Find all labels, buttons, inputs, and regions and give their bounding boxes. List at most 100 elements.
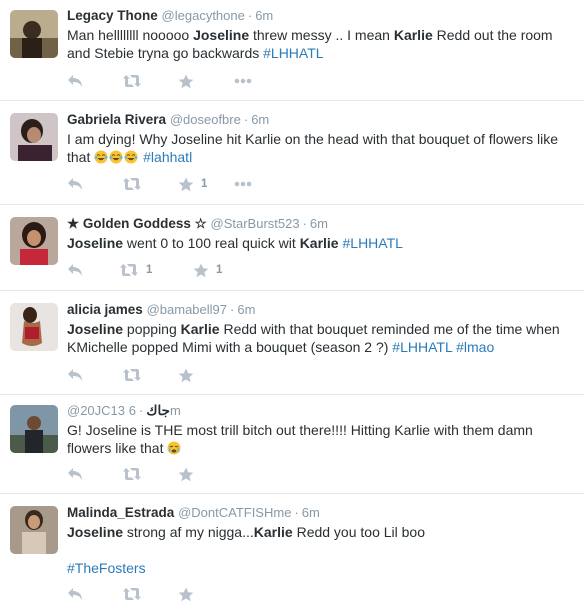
avatar[interactable] [10,405,58,453]
favorite-button[interactable] [178,464,194,484]
favorite-count: 1 [216,264,223,276]
avatar[interactable] [10,217,58,265]
separator-dot: · [139,403,144,418]
hashtag-link[interactable]: #lmao [456,339,494,355]
avatar[interactable] [10,506,58,554]
separator-dot: · [294,505,299,520]
highlight-keyword: Joseline [67,235,124,251]
retweet-button[interactable]: 1 [119,260,193,280]
tweet-actions [67,71,252,91]
user-handle[interactable]: @StarBurst523 [211,216,300,231]
hashtag-link[interactable]: #LHHATL [392,339,452,355]
tweet[interactable]: Malinda_Estrada @DontCATFISHme · 6m Joseli… [0,494,584,610]
retweet-button[interactable] [122,584,178,604]
highlight-keyword: Joseline [67,524,124,540]
reply-button[interactable] [67,584,122,604]
user-fullname[interactable]: Legacy Thone [67,8,158,23]
separator-dot: · [247,8,253,23]
user-fullname[interactable]: Malinda_Estrada [67,505,174,520]
retweet-icon [119,263,139,277]
retweet-icon [122,587,142,601]
tweet[interactable]: @20JC13 جاك·6m G! Joseline is THE most t… [0,395,584,494]
avatar[interactable] [10,303,58,351]
star-icon [178,467,194,482]
tweet-header: alicia james @bamabell97 · 6m [67,291,584,319]
reply-button[interactable] [67,260,119,280]
highlight-keyword: Karlie [299,235,339,251]
reply-icon [67,177,83,191]
user-fullname[interactable]: جاك [146,403,170,418]
timestamp[interactable]: 6m [310,216,328,231]
more-button[interactable] [234,174,252,194]
timestamp[interactable]: 6m [237,302,255,317]
tweet[interactable]: ★ Golden Goddess ☆ @StarBurst523 · 6m Jose… [0,205,584,291]
user-handle[interactable]: @bamabell97 [147,302,227,317]
tweet-actions [67,365,194,385]
favorite-button[interactable]: 1 [178,174,234,194]
timestamp[interactable]: 6m [302,505,320,520]
star-icon [193,263,209,278]
tweet[interactable]: alicia james @bamabell97 · 6m Joseline pop… [0,291,584,395]
user-handle[interactable]: @legacythone [162,8,245,23]
retweet-button[interactable] [122,174,178,194]
tweet-header: Malinda_Estrada @DontCATFISHme · 6m [67,494,584,522]
retweet-button[interactable] [122,464,178,484]
reply-icon [67,368,83,382]
reply-icon [67,74,83,88]
hashtag-link[interactable]: #LHHATL [343,235,403,251]
tweet-text: Joseline went 0 to 100 real quick wit Ka… [67,234,584,252]
hashtag-link[interactable]: #TheFosters [67,560,146,576]
crying-face-emoji [167,440,182,456]
tweet-header: Legacy Thone @legacythone · 6m [67,0,584,25]
more-icon [234,78,252,84]
timestamp[interactable]: 6m [251,112,269,127]
user-handle[interactable]: @20JC13 [67,403,125,418]
tweet-text-line: #TheFosters [67,559,584,577]
more-button[interactable] [234,71,252,91]
user-fullname[interactable]: alicia james [67,302,143,317]
reply-button[interactable] [67,365,122,385]
reply-button[interactable] [67,71,122,91]
tweet[interactable]: Gabriela Rivera @doseofbre · 6m I am dying… [0,101,584,205]
highlight-keyword: Joseline [67,321,124,337]
tweet-text: Joseline popping Karlie Redd with that b… [67,320,584,356]
separator-dot: · [302,216,307,231]
hashtag-link[interactable]: #lahhatl [143,149,192,165]
reply-button[interactable] [67,464,122,484]
user-fullname[interactable]: ★ Golden Goddess ☆ [67,216,207,231]
more-icon [234,181,252,187]
text-segment: popping [123,321,181,337]
highlight-keyword: Karlie [180,321,220,337]
tweet-header: @20JC13 جاك·6m [67,395,584,420]
separator-dot: · [243,112,249,127]
reply-icon [67,467,83,481]
favorite-button[interactable]: 1 [193,260,222,280]
avatar[interactable] [10,10,58,58]
tweet-actions [67,464,194,484]
favorite-button[interactable] [178,365,194,385]
favorite-button[interactable] [178,71,234,91]
user-fullname[interactable]: Gabriela Rivera [67,112,166,127]
retweet-icon [122,74,142,88]
user-handle[interactable]: @doseofbre [170,112,241,127]
tweet[interactable]: Legacy Thone @legacythone · 6m Man helllll… [0,0,584,101]
retweet-button[interactable] [122,71,178,91]
reply-button[interactable] [67,174,122,194]
tweet-text: G! Joseline is THE most trill bitch out … [67,421,584,457]
text-segment: G! Joseline is THE most trill bitch out … [67,422,533,456]
tweet-header: Gabriela Rivera @doseofbre · 6m [67,101,584,129]
favorite-button[interactable] [178,584,194,604]
retweet-button[interactable] [122,365,178,385]
avatar[interactable] [10,113,58,161]
hashtag-link[interactable]: #LHHATL [263,45,323,61]
retweet-icon [122,368,142,382]
tweet-actions [67,584,194,604]
reply-icon [67,587,83,601]
text-segment: went 0 to 100 real quick wit [123,235,300,251]
text-segment: threw messy .. I mean [249,27,394,43]
text-segment: Man hellllllll nooooo [67,27,194,43]
user-handle[interactable]: @DontCATFISHme [178,505,291,520]
highlight-keyword: Joseline [193,27,250,43]
star-icon [178,74,194,89]
timestamp[interactable]: 6m [255,8,273,23]
